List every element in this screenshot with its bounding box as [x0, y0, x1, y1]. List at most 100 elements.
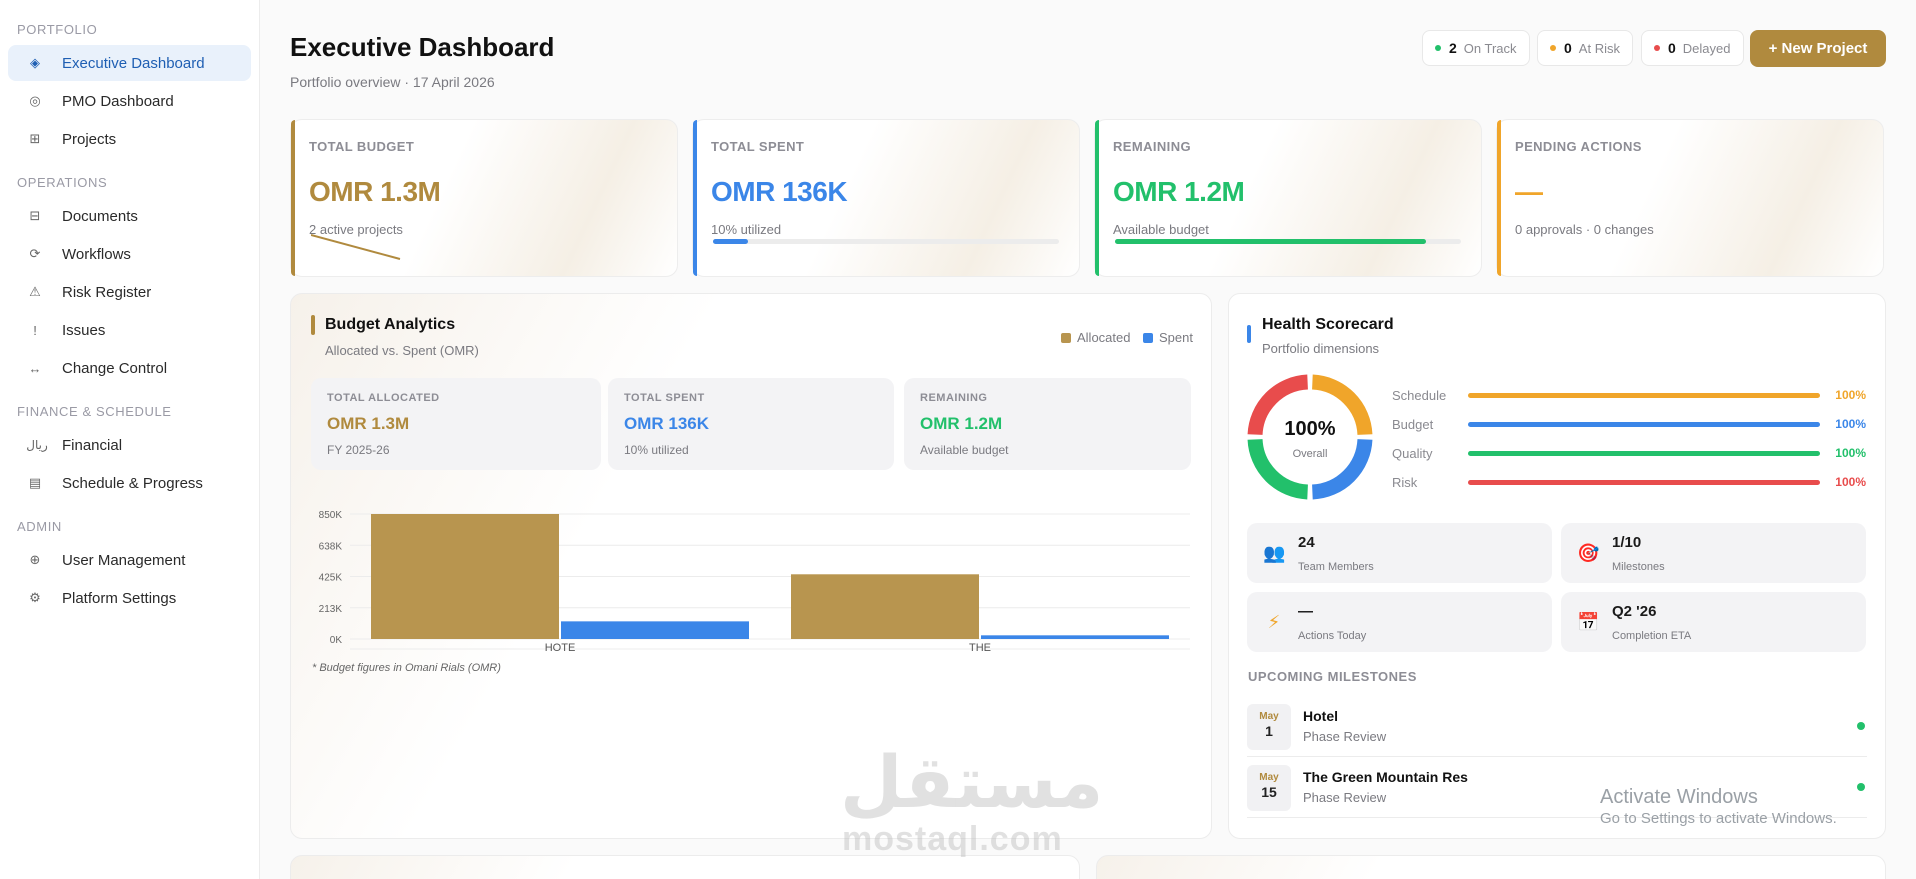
kpi-progress-fill [713, 239, 748, 244]
status-dot [1654, 45, 1660, 51]
grid-icon: ⊞ [29, 131, 41, 146]
new-project-button[interactable]: + New Project [1750, 30, 1886, 67]
legend-allocated: Allocated [1061, 330, 1130, 345]
milestone-day: 15 [1261, 784, 1277, 800]
health-row-risk: Risk 100% [1392, 473, 1866, 493]
milestone-date: May 15 [1247, 765, 1291, 811]
stat-milestones: 🎯 1/10 Milestones [1561, 523, 1866, 583]
kpi-total-budget: TOTAL BUDGET OMR 1.3M 2 active projects [290, 119, 678, 277]
status-dot [1550, 45, 1556, 51]
sidebar-item-label: Issues [62, 321, 106, 339]
sidebar-section-label: ADMIN [17, 519, 62, 534]
milestone-phase: Phase Review [1303, 790, 1387, 805]
status-label: On Track [1463, 40, 1517, 56]
sidebar-item-projects[interactable]: ⊞ Projects [8, 121, 251, 157]
stat-value: Q2 '26 [1612, 603, 1657, 620]
status-label: At Risk [1578, 40, 1620, 56]
health-row-pct: 100% [1835, 388, 1866, 402]
health-title: Health Scorecard [1262, 316, 1394, 333]
kpi-total-spent: TOTAL SPENT OMR 136K 10% utilized [692, 119, 1080, 277]
sidebar-item-label: Platform Settings [62, 589, 177, 607]
kpi-value: — [1515, 176, 1543, 207]
diamond-icon: ◈ [30, 55, 40, 70]
summary-label: REMAINING [920, 392, 988, 404]
summary-value: OMR 1.3M [327, 414, 410, 433]
sidebar-section-label: PORTFOLIO [17, 22, 98, 37]
summary-total-spent: TOTAL SPENT OMR 136K 10% utilized [608, 378, 894, 470]
status-count: 2 [1449, 40, 1457, 56]
summary-total-allocated: TOTAL ALLOCATED OMR 1.3M FY 2025-26 [311, 378, 601, 470]
sidebar-item-issues[interactable]: ! Issues [8, 312, 251, 348]
y-tick-label: 425K [319, 573, 343, 584]
warning-icon: ⚠ [29, 284, 41, 299]
health-row-bar [1468, 451, 1820, 456]
health-row-budget: Budget 100% [1392, 415, 1866, 435]
status-on-track[interactable]: 2 On Track [1422, 30, 1530, 66]
stat-team-members: 👥 24 Team Members [1247, 523, 1552, 583]
y-tick-label: 638K [319, 541, 343, 552]
sidebar-item-workflows[interactable]: ⟳ Workflows [8, 236, 251, 272]
kpi-value: OMR 1.3M [309, 176, 441, 207]
status-label: Delayed [1682, 40, 1731, 56]
sidebar-item-schedule-progress[interactable]: ▤ Schedule & Progress [8, 465, 251, 501]
team-icon: 👥 [1263, 543, 1286, 563]
sidebar-item-label: Schedule & Progress [62, 474, 203, 492]
health-row-quality: Quality 100% [1392, 444, 1866, 464]
summary-remaining: REMAINING OMR 1.2M Available budget [904, 378, 1191, 470]
summary-sub: 10% utilized [624, 443, 689, 457]
budget-subtitle: Allocated vs. Spent (OMR) [325, 343, 479, 358]
kpi-label: TOTAL SPENT [711, 139, 805, 154]
sidebar-item-risk-register[interactable]: ⚠ Risk Register [8, 274, 251, 310]
status-delayed[interactable]: 0 Delayed [1641, 30, 1744, 66]
stat-completion-eta: 📅 Q2 '26 Completion ETA [1561, 592, 1866, 652]
health-row-pct: 100% [1835, 417, 1866, 431]
milestone-month: May [1259, 711, 1279, 722]
page-subtitle: Portfolio overview · 17 April 2026 [290, 74, 495, 90]
sidebar-section-label: OPERATIONS [17, 175, 108, 190]
bar-spent-hote [561, 621, 749, 639]
globe-icon: ⊕ [29, 552, 41, 567]
health-subtitle: Portfolio dimensions [1262, 341, 1380, 356]
x-tick-label: HOTE [545, 642, 576, 654]
sidebar-item-user-management[interactable]: ⊕ User Management [8, 542, 251, 578]
y-tick-label: 850K [319, 510, 343, 521]
kpi-sub: Available budget [1113, 222, 1209, 237]
stat-label: Completion ETA [1612, 630, 1692, 642]
stat-label: Actions Today [1298, 630, 1367, 642]
sidebar-item-platform-settings[interactable]: ⚙ Platform Settings [8, 580, 251, 616]
stat-value: 1/10 [1612, 534, 1642, 551]
milestone-item[interactable]: May 1 Hotel Phase Review [1247, 702, 1867, 758]
stat-value: — [1298, 603, 1313, 620]
legend-label: Spent [1159, 330, 1193, 345]
divider [1247, 756, 1867, 757]
sidebar-item-financial[interactable]: ريال Financial [8, 427, 251, 463]
sidebar-item-label: PMO Dashboard [62, 92, 174, 110]
target-icon: ◎ [29, 93, 41, 108]
status-at-risk[interactable]: 0 At Risk [1537, 30, 1633, 66]
kpi-sub: 10% utilized [711, 222, 782, 237]
legend-spent: Spent [1143, 330, 1193, 345]
legend-label: Allocated [1077, 330, 1131, 345]
x-tick-label: THE [969, 642, 991, 654]
summary-label: TOTAL ALLOCATED [327, 392, 440, 404]
kpi-accent [693, 120, 697, 276]
sidebar-item-label: User Management [62, 551, 186, 569]
sidebar-section-label: FINANCE & SCHEDULE [17, 404, 172, 419]
sidebar-item-documents[interactable]: ⊟ Documents [8, 198, 251, 234]
title-accent [311, 315, 315, 335]
sidebar-item-label: Change Control [62, 359, 168, 377]
summary-sub: Available budget [920, 443, 1009, 457]
sidebar-item-change-control[interactable]: ↔ Change Control [8, 350, 251, 386]
kpi-label: REMAINING [1113, 139, 1191, 154]
summary-value: OMR 1.2M [920, 414, 1003, 433]
sidebar-item-executive-dashboard[interactable]: ◈ Executive Dashboard [8, 45, 251, 81]
kpi-progress-fill [1115, 239, 1427, 244]
kpi-label: PENDING ACTIONS [1515, 139, 1642, 154]
overall-label: Overall [1292, 448, 1328, 460]
sidebar-item-pmo-dashboard[interactable]: ◎ PMO Dashboard [8, 83, 251, 119]
summary-sub: FY 2025-26 [327, 443, 390, 457]
stat-label: Team Members [1298, 561, 1374, 573]
milestone-date: May 1 [1247, 704, 1291, 750]
